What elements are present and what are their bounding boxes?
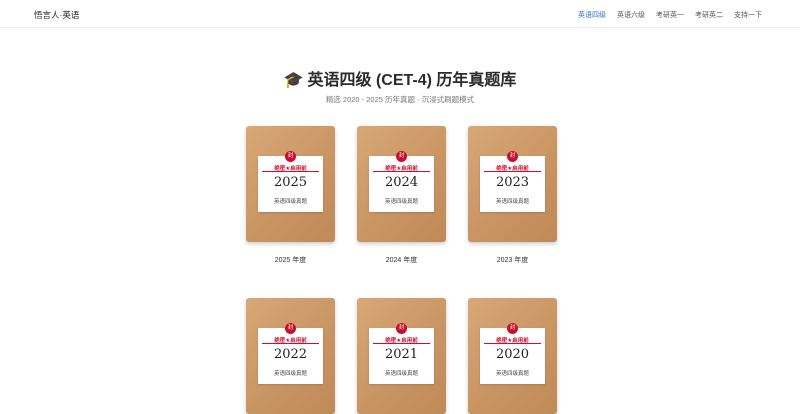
nav-link-cet6[interactable]: 英语六级 bbox=[617, 10, 645, 20]
divider bbox=[484, 343, 541, 344]
card-caption-2025[interactable]: 2025 年度 bbox=[246, 255, 335, 265]
seal-icon: 封 bbox=[285, 151, 296, 162]
exam-desc: 英语四级真题 bbox=[273, 199, 307, 205]
card-caption-2023[interactable]: 2023 年度 bbox=[468, 255, 557, 265]
page-title-text: 英语四级 (CET-4) 历年真题库 bbox=[307, 72, 517, 89]
nav-link-kaoyan-1[interactable]: 考研英一 bbox=[656, 10, 684, 20]
nav-link-support[interactable]: 支持一下 bbox=[734, 10, 762, 20]
divider bbox=[262, 171, 319, 172]
seal-icon: 封 bbox=[285, 323, 296, 334]
seal-icon: 封 bbox=[507, 151, 518, 162]
exam-year: 2021 bbox=[384, 347, 419, 362]
card-caption-2024[interactable]: 2024 年度 bbox=[357, 255, 446, 265]
exam-card-2020[interactable]: 封 绝密★启用前 2020 英语四级真题 bbox=[468, 298, 557, 414]
exam-year: 2024 bbox=[384, 175, 419, 190]
exam-year: 2020 bbox=[495, 347, 530, 362]
divider bbox=[484, 171, 541, 172]
exam-year: 2025 bbox=[273, 175, 308, 190]
exam-card-2021[interactable]: 封 绝密★启用前 2021 英语四级真题 bbox=[357, 298, 446, 414]
exam-card-2025[interactable]: 封 绝密★启用前 2025 英语四级真题 bbox=[246, 126, 335, 242]
exam-card-2022[interactable]: 封 绝密★启用前 2022 英语四级真题 bbox=[246, 298, 335, 414]
nav-links: 英语四级 英语六级 考研英一 考研英二 支持一下 bbox=[578, 10, 762, 20]
top-nav: 悟言人·英语 英语四级 英语六级 考研英一 考研英二 支持一下 bbox=[0, 0, 800, 28]
nav-link-kaoyan-2[interactable]: 考研英二 bbox=[695, 10, 723, 20]
nav-link-cet4[interactable]: 英语四级 bbox=[578, 10, 606, 20]
exam-year: 2023 bbox=[495, 175, 530, 190]
page-subtitle: 精选 2020 - 2025 历年真题 · 沉浸式刷题模式 bbox=[325, 95, 475, 104]
exam-card-2023[interactable]: 封 绝密★启用前 2023 英语四级真题 bbox=[468, 126, 557, 242]
exam-card-2024[interactable]: 封 绝密★启用前 2024 英语四级真题 bbox=[357, 126, 446, 242]
exam-desc: 英语四级真题 bbox=[495, 371, 529, 377]
brand-logo[interactable]: 悟言人·英语 bbox=[34, 9, 79, 21]
seal-icon: 封 bbox=[507, 323, 518, 334]
divider bbox=[262, 343, 319, 344]
exam-year: 2022 bbox=[273, 347, 308, 362]
page-title: 🎓 英语四级 (CET-4) 历年真题库 bbox=[0, 66, 800, 90]
exam-desc: 英语四级真题 bbox=[495, 199, 529, 205]
seal-icon: 封 bbox=[396, 151, 407, 162]
divider bbox=[373, 343, 430, 344]
seal-icon: 封 bbox=[396, 323, 407, 334]
exam-desc: 英语四级真题 bbox=[273, 371, 307, 377]
exam-desc: 英语四级真题 bbox=[384, 371, 418, 377]
divider bbox=[373, 171, 430, 172]
exam-desc: 英语四级真题 bbox=[384, 199, 418, 205]
graduation-cap-icon: 🎓 bbox=[283, 72, 304, 89]
